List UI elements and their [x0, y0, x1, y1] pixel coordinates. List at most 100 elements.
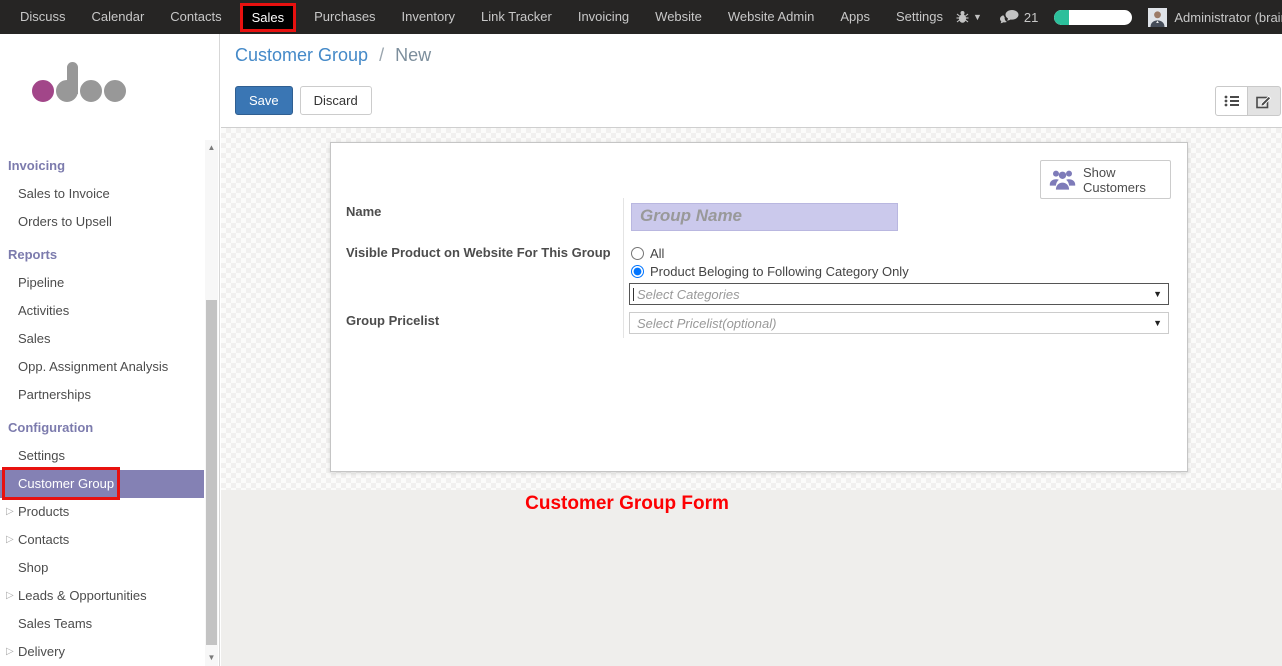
breadcrumb: Customer Group / New	[235, 45, 431, 66]
sidebar-item-opp-assignment-analysis[interactable]: Opp. Assignment Analysis	[0, 353, 219, 381]
breadcrumb-customer-group[interactable]: Customer Group	[235, 45, 368, 65]
timer-progress	[1054, 10, 1069, 25]
sidebar-item-label: Products	[18, 504, 69, 519]
list-view-button[interactable]	[1215, 86, 1248, 116]
discard-button[interactable]: Discard	[300, 86, 372, 115]
topbar-right-cluster: ▼ 21	[956, 8, 1282, 27]
sidebar-item-sales[interactable]: Sales	[0, 325, 219, 353]
visibility-label: Visible Product on Website For This Grou…	[346, 245, 611, 260]
radio-all-label: All	[650, 246, 664, 261]
list-view-icon	[1224, 95, 1240, 107]
sidebar-item-sales-to-invoice[interactable]: Sales to Invoice	[0, 180, 219, 208]
debug-menu[interactable]: ▼	[956, 10, 982, 24]
section-configuration: Configuration	[0, 414, 219, 442]
radio-all[interactable]: All	[631, 246, 664, 261]
nav-discuss[interactable]: Discuss	[7, 0, 79, 34]
radio-category-only[interactable]: Product Beloging to Following Category O…	[631, 264, 909, 279]
nav-link-tracker[interactable]: Link Tracker	[468, 0, 565, 34]
nav-contacts[interactable]: Contacts	[157, 0, 234, 34]
expand-arrow-icon[interactable]: ▷	[6, 498, 14, 526]
select-pricelist-placeholder: Select Pricelist(optional)	[633, 316, 1153, 331]
sidebar-menu: Invoicing Sales to Invoice Orders to Ups…	[0, 152, 219, 666]
caret-down-icon: ▼	[1153, 318, 1162, 328]
toolbar-buttons: Save Discard	[235, 86, 372, 115]
nav-settings[interactable]: Settings	[883, 0, 956, 34]
scrollbar-thumb[interactable]	[206, 300, 217, 645]
messages-menu[interactable]: 21	[1000, 10, 1038, 25]
caret-down-icon: ▼	[1153, 289, 1162, 299]
save-button[interactable]: Save	[235, 86, 293, 115]
view-switcher	[1215, 86, 1281, 116]
breadcrumb-new: New	[395, 45, 431, 65]
sidebar-item-shop[interactable]: Shop	[0, 554, 219, 582]
logo-letter-o2	[80, 80, 102, 102]
below-form-area: Customer Group Form	[221, 490, 1282, 666]
sidebar-item-label: Contacts	[18, 532, 69, 547]
top-menu-bar: Discuss Calendar Contacts Sales Purchase…	[0, 0, 1282, 34]
sidebar-item-label: Delivery	[18, 644, 65, 659]
control-panel: Customer Group / New Save Discard	[221, 34, 1282, 128]
sidebar-item-customer-group[interactable]: Customer Group	[0, 470, 204, 498]
show-customers-button[interactable]: Show Customers	[1040, 160, 1171, 199]
sidebar-item-orders-to-upsell[interactable]: Orders to Upsell	[0, 208, 219, 236]
sidebar-item-leads-opportunities[interactable]: ▷ Leads & Opportunities	[0, 582, 219, 610]
sidebar-item-label: Customer Group	[18, 476, 114, 491]
nav-inventory[interactable]: Inventory	[389, 0, 468, 34]
text-cursor	[633, 288, 634, 301]
nav-website[interactable]: Website	[642, 0, 715, 34]
radio-category-input[interactable]	[631, 265, 644, 278]
group-pricelist-label: Group Pricelist	[346, 313, 439, 328]
sidebar-item-products[interactable]: ▷ Products	[0, 498, 219, 526]
logo-letter-d	[56, 80, 78, 102]
nav-purchases[interactable]: Purchases	[301, 0, 388, 34]
breadcrumb-separator: /	[379, 45, 384, 65]
nav-calendar[interactable]: Calendar	[79, 0, 158, 34]
select-categories-dropdown[interactable]: Select Categories ▼	[629, 283, 1169, 305]
nav-sales-active[interactable]: Sales	[240, 3, 297, 32]
form-view-button[interactable]	[1248, 86, 1281, 116]
select-pricelist-dropdown[interactable]: Select Pricelist(optional) ▼	[629, 312, 1169, 334]
message-count: 21	[1024, 10, 1038, 25]
expand-arrow-icon[interactable]: ▷	[6, 526, 14, 554]
customers-group-icon	[1049, 169, 1076, 190]
show-customers-label: Show Customers	[1083, 165, 1153, 195]
timer-widget[interactable]	[1054, 10, 1132, 25]
sidebar-item-label: Leads & Opportunities	[18, 588, 147, 603]
select-categories-placeholder: Select Categories	[637, 287, 1153, 302]
sidebar-item-activities[interactable]: Activities	[0, 297, 219, 325]
bug-icon	[956, 10, 969, 24]
customer-group-form-sheet: Show Customers Name Visible Product on W…	[330, 142, 1188, 472]
main-area: Customer Group / New Save Discard	[221, 34, 1282, 666]
logo-letter-o3	[104, 80, 126, 102]
radio-category-label: Product Beloging to Following Category O…	[650, 264, 909, 279]
nav-website-admin[interactable]: Website Admin	[715, 0, 827, 34]
scroll-down-icon[interactable]: ▼	[205, 652, 218, 664]
form-view-background: Show Customers Name Visible Product on W…	[221, 128, 1282, 490]
form-view-icon	[1256, 94, 1272, 109]
odoo-logo	[32, 80, 219, 118]
sidebar-scrollbar[interactable]: ▲ ▼	[205, 140, 218, 666]
sidebar-item-sales-teams[interactable]: Sales Teams	[0, 610, 219, 638]
expand-arrow-icon[interactable]: ▷	[6, 582, 14, 610]
section-reports: Reports	[0, 241, 219, 269]
radio-all-input[interactable]	[631, 247, 644, 260]
expand-arrow-icon[interactable]: ▷	[6, 638, 14, 666]
scroll-up-icon[interactable]: ▲	[205, 142, 218, 154]
sidebar-item-pipeline[interactable]: Pipeline	[0, 269, 219, 297]
nav-invoicing[interactable]: Invoicing	[565, 0, 642, 34]
sidebar-item-settings[interactable]: Settings	[0, 442, 219, 470]
avatar[interactable]	[1148, 8, 1167, 27]
odoo-window: Discuss Calendar Contacts Sales Purchase…	[0, 0, 1282, 666]
sidebar-item-delivery[interactable]: ▷ Delivery	[0, 638, 219, 666]
group-name-input[interactable]	[631, 203, 898, 231]
caret-down-icon: ▼	[973, 12, 982, 22]
form-column-separator	[623, 198, 624, 338]
nav-apps[interactable]: Apps	[827, 0, 883, 34]
user-menu[interactable]: Administrator (braintree)	[1174, 10, 1282, 25]
sidebar-item-contacts[interactable]: ▷ Contacts	[0, 526, 219, 554]
logo-letter-o1	[32, 80, 54, 102]
annotation-caption: Customer Group Form	[221, 490, 1033, 515]
chat-bubbles-icon	[1000, 10, 1019, 25]
section-invoicing: Invoicing	[0, 152, 219, 180]
sidebar-item-partnerships[interactable]: Partnerships	[0, 381, 219, 409]
